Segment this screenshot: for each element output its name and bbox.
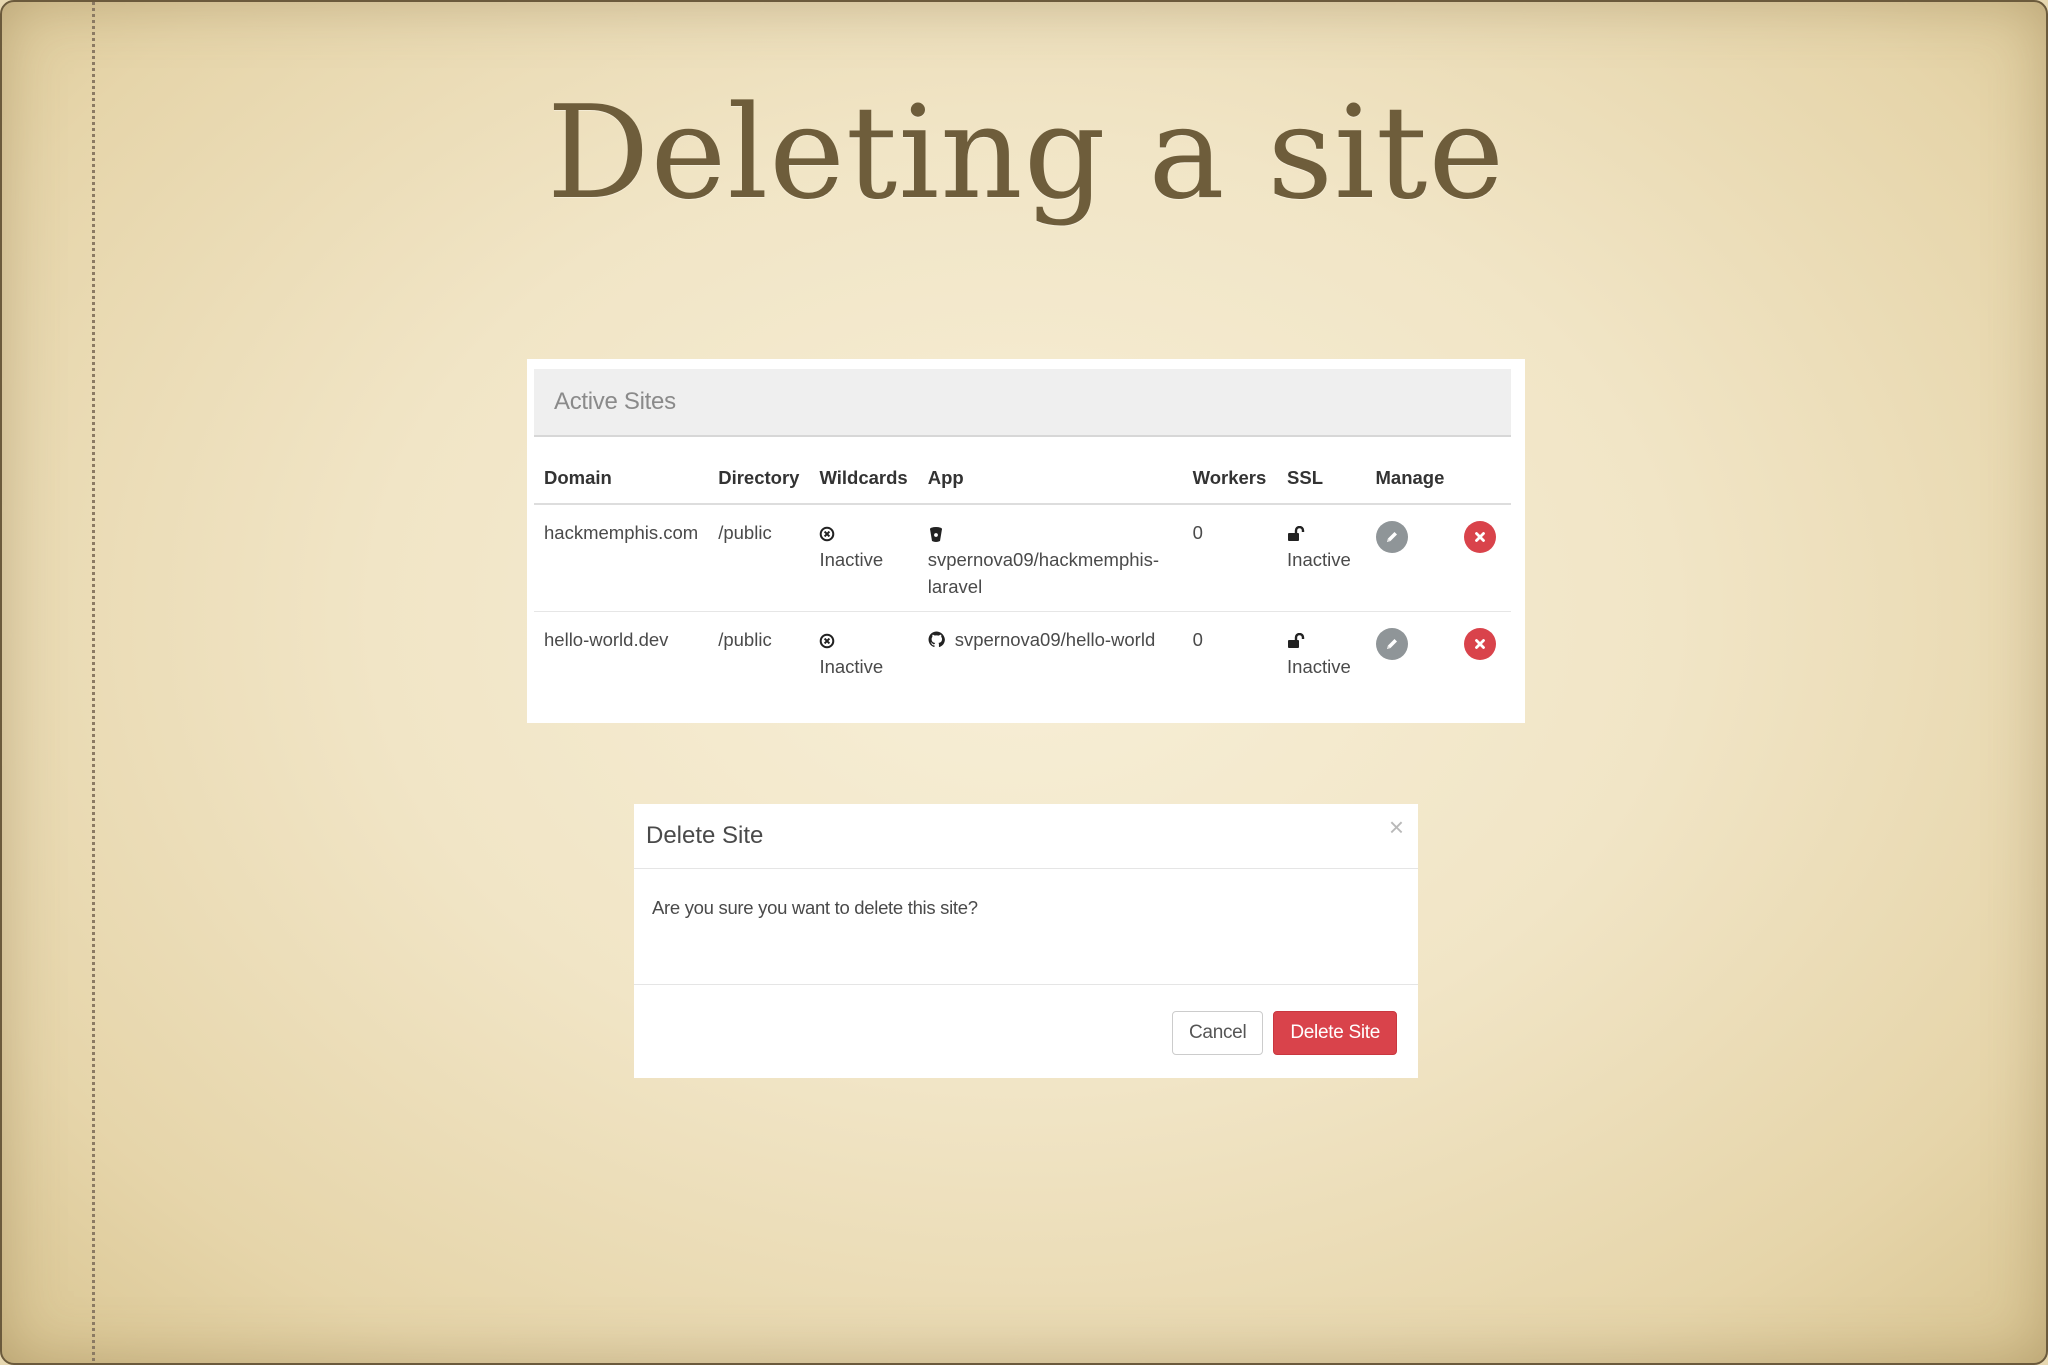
cell-domain: hackmemphis.com [534, 504, 709, 612]
table-row: hackmemphis.com /public Inactive svperno… [534, 504, 1511, 612]
cell-manage [1366, 612, 1455, 692]
cell-delete [1454, 612, 1511, 692]
close-icon[interactable]: × [1389, 814, 1404, 840]
slide-background: Deleting a site Active Sites Domain Dire… [0, 0, 2048, 1365]
github-icon [928, 631, 945, 648]
cell-app: svpernova09/hello-world [918, 612, 1183, 692]
app-repo-link[interactable]: svpernova09/hello-world [955, 626, 1156, 653]
cell-workers: 0 [1192, 629, 1203, 650]
app-repo-link[interactable]: svpernova09/hackmemphis-laravel [928, 549, 1159, 597]
modal-footer: Cancel Delete Site [634, 985, 1418, 1078]
active-sites-panel: Active Sites Domain Directory Wildcards … [527, 359, 1525, 723]
column-header-domain: Domain [534, 453, 709, 505]
pencil-icon [1384, 529, 1400, 545]
delete-site-modal: Delete Site × Are you sure you want to d… [634, 804, 1418, 1078]
unlock-icon [1287, 633, 1305, 649]
column-header-manage: Manage [1365, 453, 1455, 505]
cell-wildcards: Inactive [809, 612, 917, 692]
wildcards-status: Inactive [819, 656, 884, 677]
app-inline: svpernova09/hello-world [928, 626, 1173, 653]
cell-wildcards: Inactive [809, 504, 918, 612]
pencil-icon [1384, 636, 1400, 652]
cell-ssl: Inactive [1277, 612, 1365, 692]
panel-heading: Active Sites [534, 369, 1511, 437]
delete-site-button[interactable] [1464, 628, 1497, 660]
modal-message: Are you sure you want to delete this sit… [652, 897, 978, 918]
cell-directory: /public [708, 504, 810, 612]
modal-header: Delete Site × [634, 804, 1418, 869]
column-header-workers: Workers [1182, 453, 1278, 505]
modal-title: Delete Site [646, 822, 764, 849]
bitbucket-icon [928, 526, 944, 543]
unlock-icon [1287, 526, 1305, 542]
cancel-button[interactable]: Cancel [1172, 1011, 1264, 1055]
column-header-ssl: SSL [1277, 453, 1366, 505]
table-row: hello-world.dev /public Inactive svperno… [534, 612, 1511, 692]
times-icon [1473, 637, 1487, 651]
wildcards-status: Inactive [819, 549, 884, 570]
times-icon [1473, 530, 1487, 544]
times-circle-icon [819, 633, 835, 649]
column-header-delete [1454, 453, 1511, 505]
modal-body: Are you sure you want to delete this sit… [634, 869, 1418, 985]
cell-workers: 0 [1182, 504, 1278, 612]
cell-ssl: Inactive [1277, 504, 1366, 612]
cell-delete [1454, 504, 1511, 612]
column-header-directory: Directory [708, 453, 810, 505]
confirm-delete-button[interactable]: Delete Site [1273, 1011, 1397, 1055]
column-header-wildcards: Wildcards [809, 453, 918, 505]
edit-site-button[interactable] [1375, 521, 1408, 553]
slide-title: Deleting a site [546, 79, 1506, 228]
cell-app: svpernova09/hackmemphis-laravel [917, 504, 1183, 612]
column-header-app: App [917, 453, 1183, 505]
cell-domain: hello-world.dev [544, 629, 669, 650]
cell-manage [1365, 504, 1455, 612]
cell-directory: /public [718, 629, 772, 650]
ssl-status: Inactive [1287, 656, 1351, 677]
edit-site-button[interactable] [1375, 628, 1408, 660]
times-circle-icon [819, 526, 835, 542]
delete-site-button[interactable] [1464, 521, 1497, 553]
ssl-status: Inactive [1287, 549, 1351, 570]
sites-table: Domain Directory Wildcards App Workers S… [534, 453, 1511, 691]
table-header-row: Domain Directory Wildcards App Workers S… [534, 453, 1511, 505]
